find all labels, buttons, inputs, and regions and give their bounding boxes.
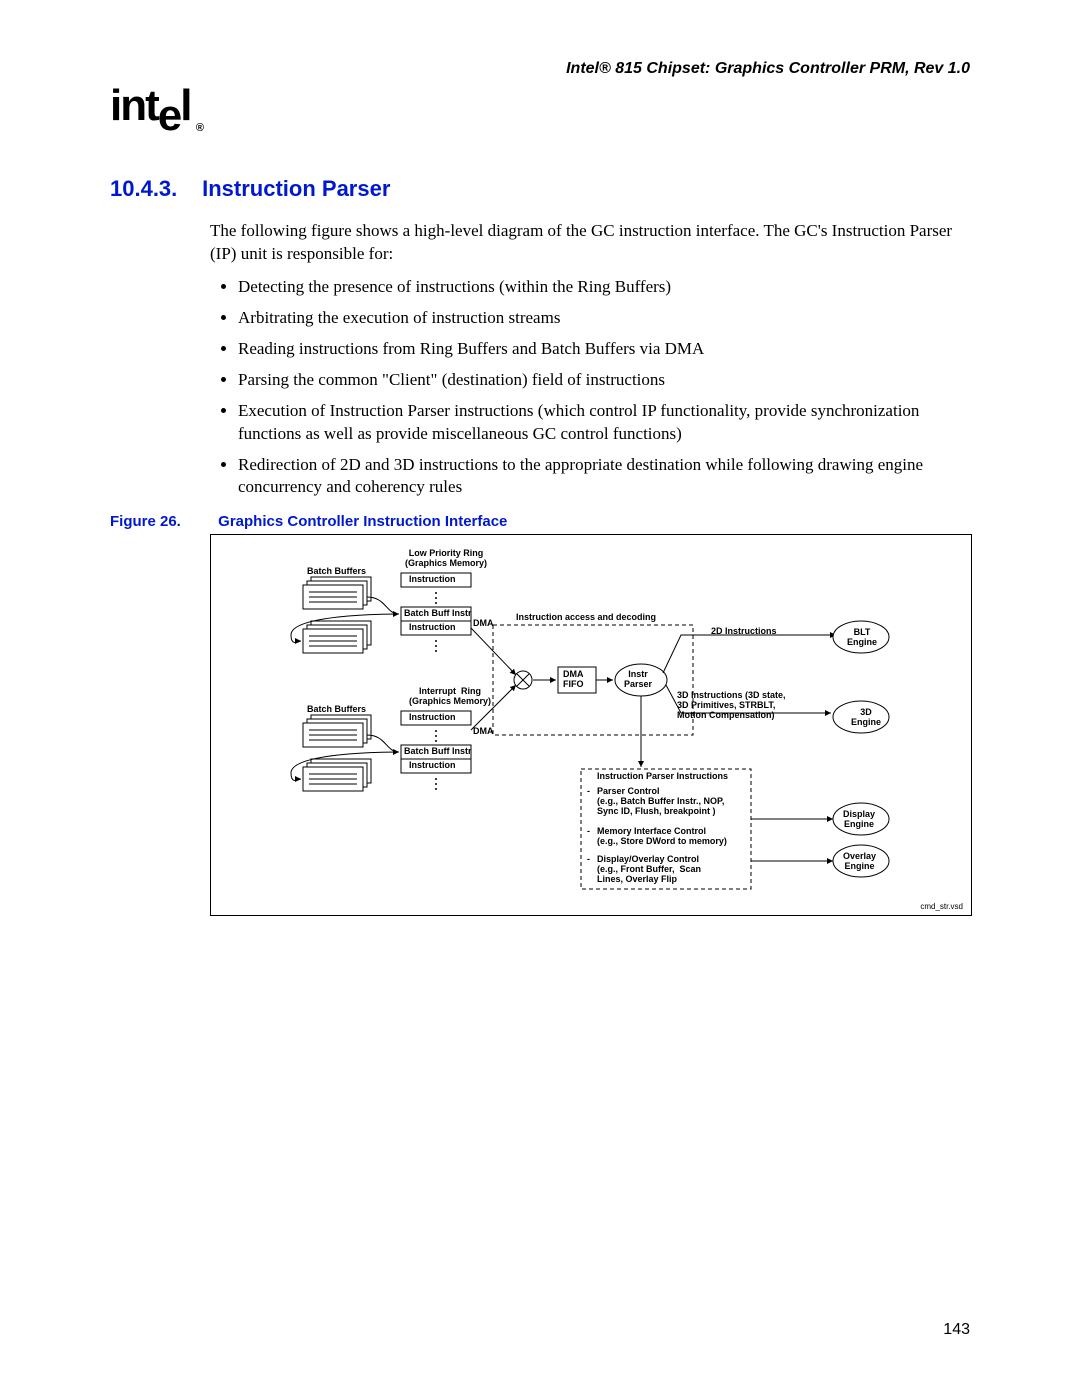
list-item: Execution of Instruction Parser instruct… (238, 400, 970, 446)
label-batch-buffers: Batch Buffers (307, 567, 366, 577)
label-display-engine: Display Engine (843, 810, 875, 830)
label-3d-instructions: 3D Instructions (3D state, 3D Primitives… (677, 691, 786, 721)
label-instr-parser: Instr Parser (624, 670, 652, 690)
figure-title: Graphics Controller Instruction Interfac… (218, 513, 507, 530)
label-3d-engine: 3D Engine (851, 708, 881, 728)
figure-source-file: cmd_str.vsd (920, 903, 963, 912)
label-interrupt-ring: Interrupt Ring (Graphics Memory) (395, 687, 505, 707)
label-parser-control: Parser Control (e.g., Batch Buffer Instr… (597, 787, 724, 817)
list-item: Parsing the common "Client" (destination… (238, 369, 970, 392)
label-instruction: Instruction (409, 575, 456, 585)
list-item: Reading instructions from Ring Buffers a… (238, 338, 970, 361)
label-access-decoding: Instruction access and decoding (516, 613, 656, 623)
label-2d-instructions: 2D Instructions (711, 627, 777, 637)
running-header: Intel® 815 Chipset: Graphics Controller … (110, 60, 970, 78)
label-blt-engine: BLT Engine (847, 628, 877, 648)
bullet-list: Detecting the presence of instructions (… (210, 276, 970, 500)
label-parser-instr-title: Instruction Parser Instructions (597, 772, 728, 782)
label-batch-buff-instr: Batch Buff Instr (404, 609, 472, 619)
dash-icon: - (587, 787, 590, 797)
figure-number: Figure 26. (110, 513, 214, 530)
list-item: Detecting the presence of instructions (… (238, 276, 970, 299)
label-dma-fifo: DMA FIFO (563, 670, 584, 690)
intro-paragraph: The following figure shows a high-level … (210, 220, 970, 266)
label-instruction: Instruction (409, 761, 456, 771)
figure-caption: Figure 26. Graphics Controller Instructi… (110, 513, 970, 530)
label-low-priority-ring: Low Priority Ring (Graphics Memory) (391, 549, 501, 569)
list-item: Redirection of 2D and 3D instructions to… (238, 454, 970, 500)
label-display-overlay: Display/Overlay Control (e.g., Front Buf… (597, 855, 701, 885)
dash-icon: - (587, 827, 590, 837)
label-batch-buff-instr: Batch Buff Instr (404, 747, 472, 757)
section-heading: 10.4.3. Instruction Parser (110, 176, 970, 202)
label-overlay-engine: Overlay Engine (843, 852, 876, 872)
label-batch-buffers: Batch Buffers (307, 705, 366, 715)
label-instruction: Instruction (409, 713, 456, 723)
label-dma: DMA (473, 619, 494, 629)
section-title: Instruction Parser (202, 176, 390, 201)
dash-icon: - (587, 855, 590, 865)
page-number: 143 (943, 1321, 970, 1339)
figure-diagram: Low Priority Ring (Graphics Memory) Batc… (210, 534, 972, 916)
section-number: 10.4.3. (110, 176, 196, 202)
label-dma: DMA (473, 727, 494, 737)
list-item: Arbitrating the execution of instruction… (238, 307, 970, 330)
label-mem-interface: Memory Interface Control (e.g., Store DW… (597, 827, 727, 847)
label-instruction: Instruction (409, 623, 456, 633)
intel-logo: intel® (110, 84, 200, 128)
